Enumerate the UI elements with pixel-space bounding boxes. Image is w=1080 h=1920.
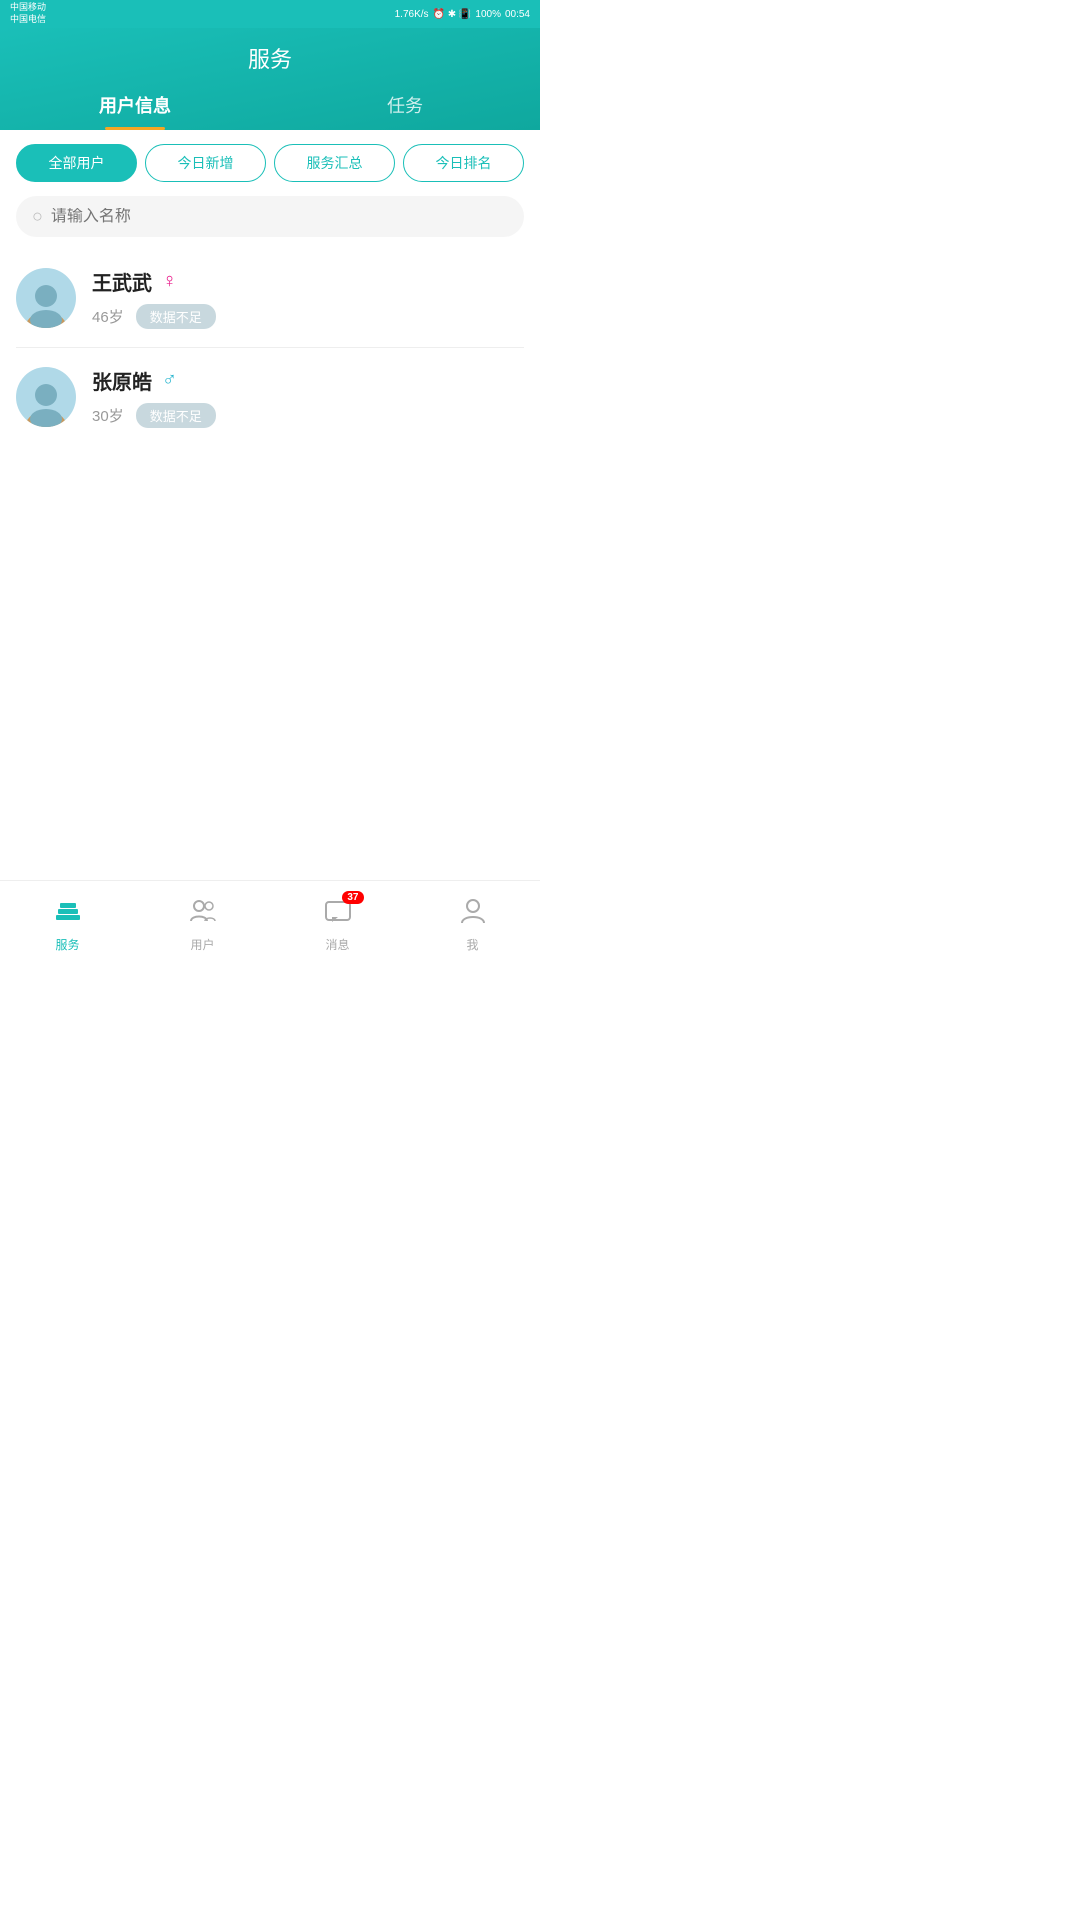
user-age: 46岁 (92, 306, 124, 327)
user-name: 张原皓 (92, 366, 152, 395)
user-age: 30岁 (92, 405, 124, 426)
gender-icon: ♂ (162, 369, 177, 392)
messages-icon (324, 901, 352, 931)
user-name: 王武武 (92, 267, 152, 296)
app-header: 服务 用户信息 任务 (0, 28, 540, 130)
avatar (16, 268, 76, 328)
gender-icon: ♀ (162, 270, 177, 293)
nav-item-messages[interactable]: 37 消息 (270, 889, 405, 953)
status-badge: 数据不足 (136, 304, 216, 329)
filter-service-summary[interactable]: 服务汇总 (274, 144, 395, 182)
bottom-nav: 服务 用户 37 消息 (0, 880, 540, 960)
list-item[interactable]: 王武武 ♀ 46岁 数据不足 (16, 249, 524, 348)
nav-label-services: 服务 (55, 936, 79, 953)
message-count-badge: 37 (342, 891, 363, 904)
nav-item-services[interactable]: 服务 (0, 889, 135, 953)
message-badge-wrap: 37 (324, 897, 352, 932)
main-tabs: 用户信息 任务 (0, 92, 540, 130)
search-icon: ○ (32, 206, 43, 227)
user-info: 张原皓 ♂ 30岁 数据不足 (92, 366, 524, 428)
avatar (16, 367, 76, 427)
status-bar: 中国移动 中国电信 1.76K/s ⏰ ✱ 📳 100% 00:54 (0, 0, 540, 28)
system-status: 1.76K/s ⏰ ✱ 📳 100% 00:54 (395, 9, 530, 20)
carrier-info: 中国移动 中国电信 (10, 2, 46, 25)
filter-tabs-container: 全部用户 今日新增 服务汇总 今日排名 (0, 130, 540, 196)
search-bar[interactable]: ○ (16, 196, 524, 237)
users-icon (189, 897, 217, 932)
tab-task[interactable]: 任务 (270, 92, 540, 130)
status-badge: 数据不足 (136, 403, 216, 428)
nav-label-users: 用户 (190, 936, 214, 953)
filter-today-new[interactable]: 今日新增 (145, 144, 266, 182)
search-input[interactable] (51, 208, 508, 226)
nav-label-messages: 消息 (325, 936, 349, 953)
filter-all-users[interactable]: 全部用户 (16, 144, 137, 182)
list-item[interactable]: 张原皓 ♂ 30岁 数据不足 (16, 348, 524, 446)
nav-item-users[interactable]: 用户 (135, 889, 270, 953)
filter-today-rank[interactable]: 今日排名 (403, 144, 524, 182)
user-list: 王武武 ♀ 46岁 数据不足 张原皓 ♂ 30岁 数据不足 (0, 249, 540, 446)
tab-user-info[interactable]: 用户信息 (0, 92, 270, 130)
services-icon (54, 897, 82, 932)
nav-item-me[interactable]: 我 (405, 889, 540, 953)
me-icon (459, 897, 487, 932)
user-info: 王武武 ♀ 46岁 数据不足 (92, 267, 524, 329)
nav-label-me: 我 (466, 936, 478, 953)
page-title: 服务 (0, 42, 540, 74)
